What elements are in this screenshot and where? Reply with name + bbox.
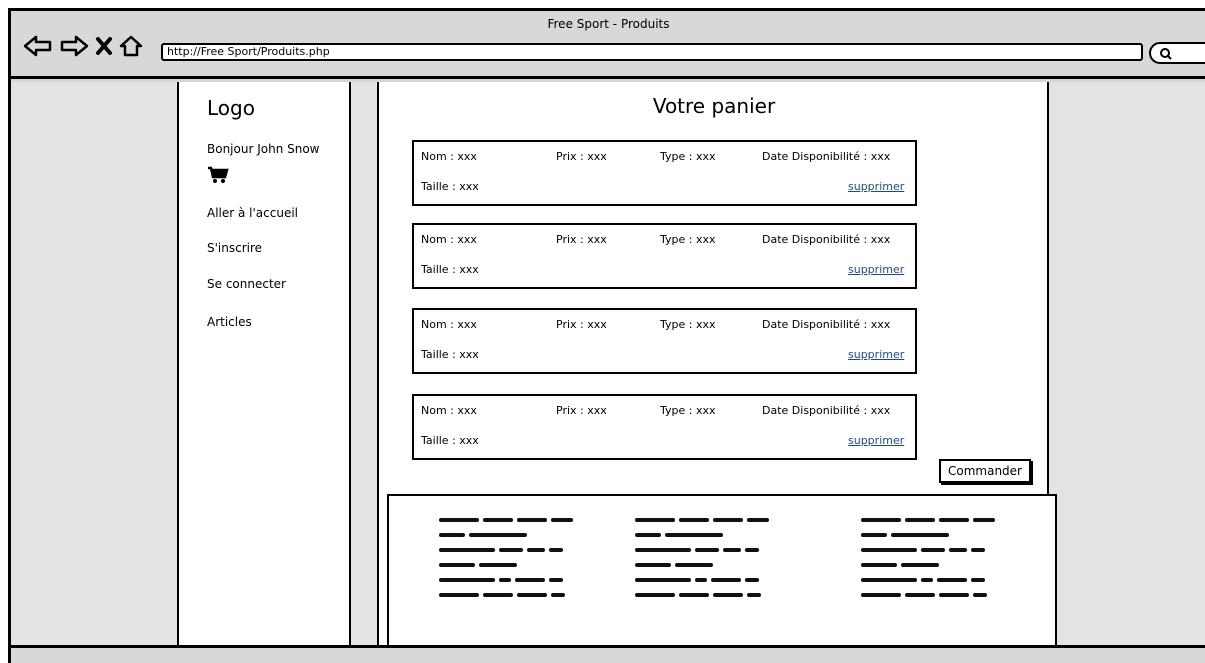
search-box[interactable] xyxy=(1149,42,1205,64)
item-type: Type : xxx xyxy=(660,318,716,331)
browser-window: Free Sport - Produits http://Free Sport/… xyxy=(8,8,1205,663)
back-icon[interactable] xyxy=(23,35,53,57)
item-price: Prix : xxx xyxy=(556,404,607,417)
forward-icon[interactable] xyxy=(59,35,89,57)
item-size: Taille : xxx xyxy=(421,348,479,361)
item-name: Nom : xxx xyxy=(421,318,477,331)
item-price: Prix : xxx xyxy=(556,233,607,246)
item-size: Taille : xxx xyxy=(421,263,479,276)
sidebar-item-register[interactable]: S'inscrire xyxy=(207,241,262,255)
cart-icon[interactable] xyxy=(207,166,229,188)
delete-link[interactable]: supprimer xyxy=(848,180,904,193)
footer-text-column xyxy=(861,518,995,608)
item-type: Type : xxx xyxy=(660,150,716,163)
delete-link[interactable]: supprimer xyxy=(848,434,904,447)
item-date: Date Disponibilité : xxx xyxy=(762,150,891,163)
address-bar[interactable]: http://Free Sport/Produits.php xyxy=(161,43,1143,61)
item-name: Nom : xxx xyxy=(421,233,477,246)
sidebar: Logo Bonjour John Snow Aller à l'accueil… xyxy=(177,82,351,648)
cart-item: Nom : xxx Prix : xxx Type : xxx Date Dis… xyxy=(412,308,917,374)
browser-titlebar: Free Sport - Produits http://Free Sport/… xyxy=(11,11,1205,79)
sidebar-item-home[interactable]: Aller à l'accueil xyxy=(207,206,298,220)
greeting: Bonjour John Snow xyxy=(207,142,320,156)
home-icon[interactable] xyxy=(119,35,143,57)
status-bar xyxy=(11,645,1205,663)
footer-text-column xyxy=(635,518,769,608)
cart-item: Nom : xxx Prix : xxx Type : xxx Date Dis… xyxy=(412,394,917,460)
window-title: Free Sport - Produits xyxy=(547,17,670,31)
close-icon[interactable] xyxy=(95,36,113,56)
item-date: Date Disponibilité : xxx xyxy=(762,318,891,331)
item-type: Type : xxx xyxy=(660,233,716,246)
sidebar-item-login[interactable]: Se connecter xyxy=(207,277,286,291)
item-date: Date Disponibilité : xxx xyxy=(762,404,891,417)
search-icon xyxy=(1160,48,1172,60)
page-title: Votre panier xyxy=(652,94,776,118)
cart-item: Nom : xxx Prix : xxx Type : xxx Date Dis… xyxy=(412,140,917,206)
sidebar-item-articles[interactable]: Articles xyxy=(207,315,252,329)
delete-link[interactable]: supprimer xyxy=(848,263,904,276)
spacer-column xyxy=(351,82,379,648)
footer-text-column xyxy=(439,518,573,608)
logo: Logo xyxy=(207,96,255,120)
order-button[interactable]: Commander xyxy=(939,459,1031,483)
nav-buttons xyxy=(23,35,143,57)
item-name: Nom : xxx xyxy=(421,150,477,163)
delete-link[interactable]: supprimer xyxy=(848,348,904,361)
item-size: Taille : xxx xyxy=(421,180,479,193)
item-type: Type : xxx xyxy=(660,404,716,417)
item-size: Taille : xxx xyxy=(421,434,479,447)
item-price: Prix : xxx xyxy=(556,318,607,331)
cart-item: Nom : xxx Prix : xxx Type : xxx Date Dis… xyxy=(412,223,917,289)
item-date: Date Disponibilité : xxx xyxy=(762,233,891,246)
page-content: Logo Bonjour John Snow Aller à l'accueil… xyxy=(11,82,1205,648)
item-name: Nom : xxx xyxy=(421,404,477,417)
footer xyxy=(387,494,1057,648)
item-price: Prix : xxx xyxy=(556,150,607,163)
